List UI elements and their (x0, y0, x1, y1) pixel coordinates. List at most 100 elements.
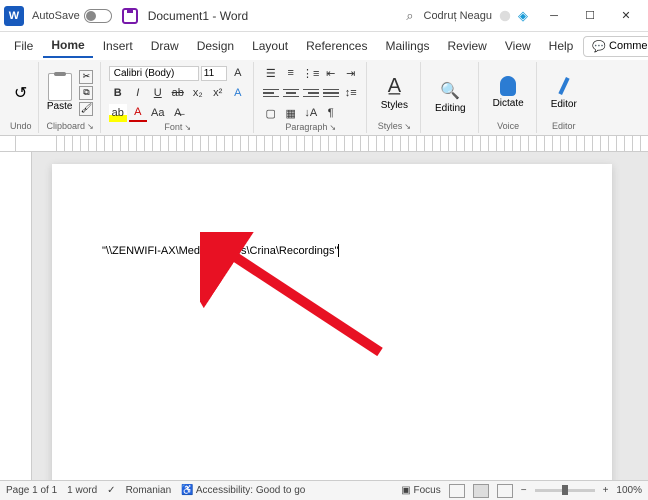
decrease-indent-icon[interactable]: ⇤ (322, 64, 340, 82)
premium-icon[interactable]: ◈ (518, 8, 528, 24)
voice-label: Voice (497, 121, 519, 131)
subscript-button[interactable]: x₂ (189, 84, 207, 102)
text-cursor (338, 244, 339, 257)
focus-mode[interactable]: ▣ Focus (401, 485, 440, 496)
format-painter-icon[interactable]: 🖌 (79, 102, 93, 116)
bullets-icon[interactable]: ☰ (262, 64, 280, 82)
justify-icon[interactable] (322, 84, 340, 102)
strikethrough-button[interactable]: ab (169, 84, 187, 102)
menu-file[interactable]: File (6, 35, 41, 57)
menu-references[interactable]: References (298, 35, 375, 57)
editor-button[interactable]: Editor (545, 73, 583, 112)
menu-layout[interactable]: Layout (244, 35, 296, 57)
increase-indent-icon[interactable]: ⇥ (342, 64, 360, 82)
focus-label: Focus (414, 485, 441, 496)
numbering-icon[interactable]: ≡ (282, 64, 300, 82)
document-content[interactable]: "\\ZENWIFI-AX\Media\Movies\Crina\Recordi… (102, 244, 562, 257)
comments-label: Comments (609, 40, 648, 52)
shading-icon[interactable]: ▢ (262, 104, 280, 122)
align-left-icon[interactable] (262, 84, 280, 102)
menu-design[interactable]: Design (189, 35, 242, 57)
styles-launcher-icon[interactable]: ↘ (404, 122, 411, 131)
paste-button[interactable]: Paste (47, 73, 73, 112)
comments-button[interactable]: 💬 Comments ˅ (583, 36, 648, 57)
ribbon-group-clipboard: Paste ✂ ⧉ 🖌 Clipboard ↘ (41, 62, 101, 133)
paste-label: Paste (47, 101, 73, 112)
styles-button[interactable]: A̲ Styles (375, 73, 414, 113)
accessibility-label: Accessibility: Good to go (196, 485, 306, 496)
horizontal-ruler[interactable] (0, 136, 648, 152)
web-layout-icon[interactable] (497, 484, 513, 498)
superscript-button[interactable]: x² (209, 84, 227, 102)
editing-label: Editing (435, 103, 466, 114)
copy-icon[interactable]: ⧉ (79, 86, 93, 100)
print-layout-icon[interactable] (473, 484, 489, 498)
undo-icon[interactable]: ↻ (14, 83, 27, 103)
sort-icon[interactable]: ↓A (302, 104, 320, 122)
italic-button[interactable]: I (129, 84, 147, 102)
ribbon-group-editor: Editor Editor (539, 62, 589, 133)
menu-help[interactable]: Help (541, 35, 582, 57)
find-icon: 🔍 (440, 81, 460, 101)
zoom-slider[interactable] (535, 489, 595, 492)
underline-button[interactable]: U (149, 84, 167, 102)
clipboard-launcher-icon[interactable]: ↘ (87, 122, 94, 131)
ribbon-group-editing: 🔍 Editing (423, 62, 479, 133)
menu-mailings[interactable]: Mailings (377, 35, 437, 57)
bold-button[interactable]: B (109, 84, 127, 102)
read-mode-icon[interactable] (449, 484, 465, 498)
clipboard-label: Clipboard (47, 121, 86, 131)
clear-format-icon[interactable]: A̶ (169, 104, 187, 122)
search-icon[interactable]: ⌕ (406, 8, 413, 24)
maximize-button[interactable]: ☐ (572, 2, 608, 30)
menu-review[interactable]: Review (440, 35, 495, 57)
line-spacing-icon[interactable]: ↕≡ (342, 84, 360, 102)
font-color-icon[interactable]: A (129, 104, 147, 122)
ruler-marks (56, 136, 648, 151)
user-name: Codruț Neagu (424, 10, 493, 22)
menu-draw[interactable]: Draw (143, 35, 187, 57)
dictate-button[interactable]: Dictate (487, 74, 530, 111)
accessibility-status[interactable]: ♿ Accessibility: Good to go (181, 485, 305, 496)
spell-check-icon[interactable]: ✓ (107, 485, 115, 496)
undo-label: Undo (10, 121, 32, 131)
document-page[interactable]: "\\ZENWIFI-AX\Media\Movies\Crina\Recordi… (52, 164, 612, 480)
editing-button[interactable]: 🔍 Editing (429, 79, 472, 116)
font-launcher-icon[interactable]: ↘ (184, 123, 191, 132)
language-indicator[interactable]: Romanian (126, 485, 172, 496)
grow-font-icon[interactable]: A (229, 64, 247, 82)
menu-insert[interactable]: Insert (95, 35, 141, 57)
page-indicator[interactable]: Page 1 of 1 (6, 485, 57, 496)
zoom-in-button[interactable]: + (603, 485, 609, 496)
multilevel-icon[interactable]: ⋮≡ (302, 64, 320, 82)
text-effects-icon[interactable]: A (229, 84, 247, 102)
user-avatar-icon[interactable] (498, 9, 512, 23)
save-icon[interactable] (122, 8, 138, 24)
autosave-label: AutoSave (32, 10, 80, 22)
align-right-icon[interactable] (302, 84, 320, 102)
vertical-ruler[interactable] (16, 152, 32, 480)
show-marks-icon[interactable]: ¶ (322, 104, 340, 122)
editor-pen-icon (558, 77, 569, 95)
zoom-out-button[interactable]: − (521, 485, 527, 496)
ribbon-group-paragraph: ☰ ≡ ⋮≡ ⇤ ⇥ ↕≡ ▢ ▦ ↓A ¶ Paragraph ↘ (256, 62, 367, 133)
document-area: "\\ZENWIFI-AX\Media\Movies\Crina\Recordi… (16, 152, 648, 480)
change-case-icon[interactable]: Aa (149, 104, 167, 122)
menu-view[interactable]: View (497, 35, 539, 57)
close-button[interactable]: ✕ (608, 2, 644, 30)
font-name-select[interactable] (109, 66, 199, 81)
menu-home[interactable]: Home (43, 34, 92, 58)
paragraph-launcher-icon[interactable]: ↘ (329, 123, 336, 132)
title-bar: W AutoSave Document1 - Word ⌕ Codruț Nea… (0, 0, 648, 32)
typed-text: "\\ZENWIFI-AX\Media\Movies\Crina\Recordi… (102, 245, 338, 257)
highlight-icon[interactable]: ab (109, 104, 127, 122)
align-center-icon[interactable] (282, 84, 300, 102)
font-size-select[interactable] (201, 66, 227, 81)
borders-icon[interactable]: ▦ (282, 104, 300, 122)
cut-icon[interactable]: ✂ (79, 70, 93, 84)
word-count[interactable]: 1 word (67, 485, 97, 496)
paste-icon (48, 73, 72, 101)
autosave-toggle[interactable] (84, 9, 112, 23)
minimize-button[interactable]: ─ (536, 2, 572, 30)
zoom-level[interactable]: 100% (616, 485, 642, 496)
